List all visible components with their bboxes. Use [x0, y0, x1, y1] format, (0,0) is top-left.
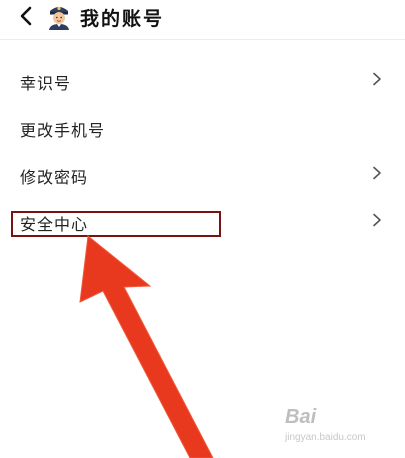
top-bar: 我的账号 [0, 0, 405, 40]
police-officer-avatar-icon [49, 6, 69, 30]
watermark-logo-text: Bai [285, 406, 317, 428]
chevron-right-icon [373, 213, 381, 227]
settings-item-label: 更改手机号 [20, 121, 106, 140]
watermark-url: jingyan.baidu.com [285, 432, 366, 443]
settings-item-xingshi-id[interactable]: 幸识号 [0, 57, 405, 103]
baidu-jingyan-watermark: Bai jingyan.baidu.com [283, 406, 383, 448]
settings-item-label: 安全中心 [20, 215, 89, 234]
settings-item-change-phone[interactable]: 更改手机号 [0, 104, 405, 150]
account-screen: 我的账号 幸识号 更改手机号 修改密码 安全中心 Bai jingyan.bai… [0, 0, 405, 458]
settings-item-label: 修改密码 [20, 168, 89, 187]
settings-item-change-password[interactable]: 修改密码 [0, 151, 405, 197]
chevron-right-icon [373, 166, 381, 180]
settings-item-label: 幸识号 [20, 74, 72, 93]
chevron-right-icon [373, 72, 381, 86]
settings-item-security-center[interactable]: 安全中心 [0, 198, 405, 244]
page-title: 我的账号 [80, 8, 165, 30]
back-button[interactable] [10, 0, 42, 32]
chevron-left-icon [20, 6, 32, 26]
